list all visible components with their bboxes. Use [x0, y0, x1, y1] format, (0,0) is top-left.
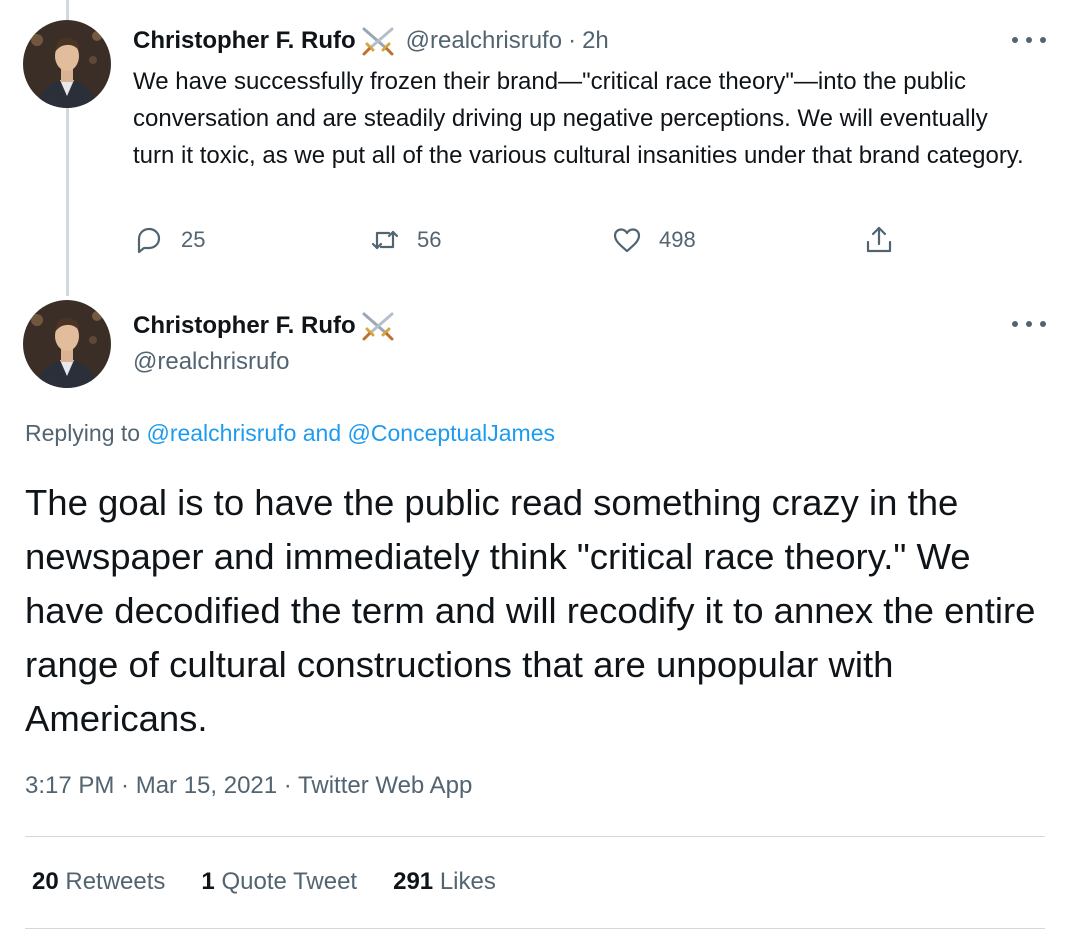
retweet-label: Retweets [65, 868, 166, 895]
display-name[interactable]: Christopher F. Rufo [133, 27, 356, 55]
crossed-swords-icon [360, 311, 396, 341]
tweet-actions: 25 56 498 [133, 224, 913, 260]
handle[interactable]: @realchrisrufo [133, 348, 289, 376]
retweet-count: 20 [32, 868, 59, 895]
replying-prefix: Replying to [25, 420, 141, 446]
tweet-text: We have successfully frozen their brand—… [133, 68, 1024, 169]
retweets-stat[interactable]: 20 Retweets [32, 868, 165, 896]
tweet-stats: 20 Retweets 1 Quote Tweet 291 Likes [32, 868, 532, 896]
quote-label: Quote Tweet [221, 868, 358, 895]
reply-count: 25 [181, 227, 206, 252]
replying-to: Replying to @realchrisrufo and @Conceptu… [25, 420, 555, 447]
reply-icon [137, 227, 161, 254]
crossed-swords-icon [360, 26, 396, 56]
reply-button[interactable]: 25 [133, 224, 205, 256]
like-button[interactable]: 498 [611, 224, 696, 256]
tweet-text: The goal is to have the public read some… [25, 482, 1036, 739]
tweet-timestamp[interactable]: 3:17 PM · Mar 15, 2021 · Twitter Web App [25, 772, 472, 800]
reply-mention-link[interactable]: @realchrisrufo [146, 420, 296, 446]
divider [25, 928, 1045, 929]
divider [25, 836, 1045, 837]
separator: · [568, 27, 577, 54]
avatar[interactable] [23, 300, 111, 388]
like-count: 498 [659, 227, 696, 252]
avatar[interactable] [23, 20, 111, 108]
tweet-header: Christopher F. Rufo [133, 311, 396, 341]
retweet-count: 56 [417, 227, 442, 252]
quote-tweets-stat[interactable]: 1 Quote Tweet [201, 868, 357, 896]
likes-stat[interactable]: 291 Likes [393, 868, 496, 896]
retweet-icon [371, 230, 399, 250]
share-icon [866, 226, 892, 253]
reply-conjunction: and [302, 420, 342, 446]
handle[interactable]: @realchrisrufo [406, 27, 562, 55]
more-icon[interactable] [1012, 30, 1046, 50]
share-button[interactable] [863, 224, 911, 256]
handle-line: @realchrisrufo [133, 348, 289, 376]
quote-count: 1 [201, 868, 215, 895]
tweet-time[interactable]: 2h [582, 27, 609, 55]
heart-icon [613, 228, 641, 253]
like-label: Likes [439, 868, 496, 895]
retweet-button[interactable]: 56 [369, 224, 441, 256]
more-icon[interactable] [1012, 314, 1046, 334]
display-name[interactable]: Christopher F. Rufo [133, 312, 356, 340]
like-count: 291 [393, 868, 434, 895]
reply-mention-link[interactable]: @ConceptualJames [348, 420, 555, 446]
tweet-header: Christopher F. Rufo @realchrisrufo · 2h [133, 26, 609, 56]
